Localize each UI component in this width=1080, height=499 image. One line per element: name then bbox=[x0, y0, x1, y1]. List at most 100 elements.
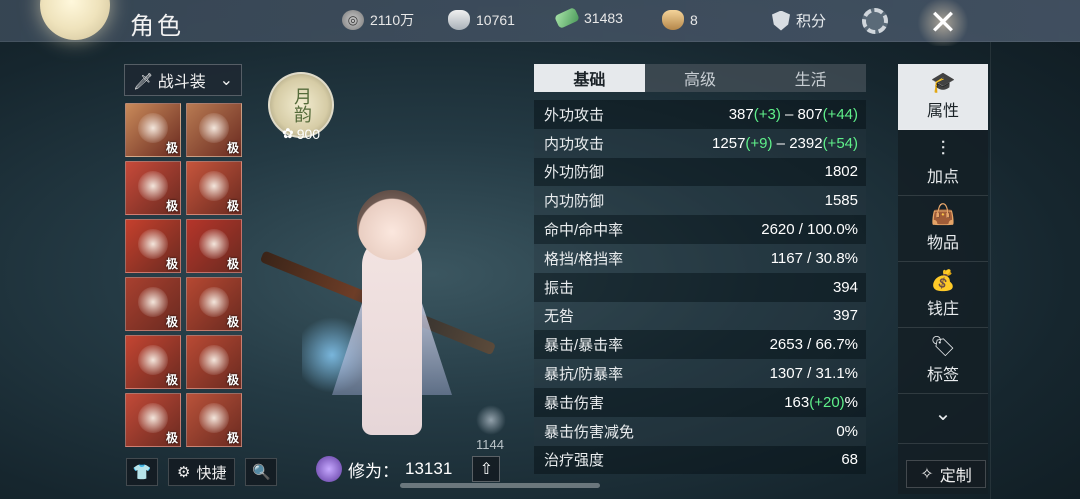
tier-badge: 极 bbox=[165, 315, 178, 329]
equip-slot-skirt[interactable]: 极 bbox=[125, 335, 181, 389]
badge-score-value: 900 bbox=[296, 125, 321, 142]
tier-badge: 极 bbox=[226, 199, 239, 213]
stat-row[interactable]: 外功防御 1802 bbox=[534, 157, 866, 187]
resource-coins[interactable]: ◎ 2110万 bbox=[342, 10, 414, 30]
gold-ingot-icon bbox=[662, 10, 684, 30]
stat-row[interactable]: 内功攻击 1257(+9) – 2392(+54) bbox=[534, 128, 866, 158]
equip-slot-ring[interactable]: 极 bbox=[186, 335, 242, 389]
equip-slot-robe[interactable]: 极 bbox=[125, 219, 181, 273]
stat-row[interactable]: 外功攻击 387(+3) – 807(+44) bbox=[534, 100, 866, 129]
bottom-left-toolbar: 👕 ⚙ 快捷 🔍 bbox=[126, 458, 278, 486]
gear-small-icon: ⚙ bbox=[177, 464, 191, 481]
stat-row[interactable]: 暴击/暴击率 2653 / 66.7% bbox=[534, 330, 866, 360]
stat-row[interactable]: 内功防御 1585 bbox=[534, 186, 866, 216]
nav-label: 属性 bbox=[926, 102, 959, 120]
tab-life[interactable]: 生活 bbox=[755, 64, 867, 92]
scroll-indicator[interactable] bbox=[400, 483, 600, 488]
moon-decoration bbox=[40, 0, 110, 40]
magnifier-icon: 🔍 bbox=[252, 464, 271, 481]
close-button[interactable]: ✕ bbox=[915, 0, 971, 46]
portrait-icon bbox=[138, 170, 168, 201]
stat-value: 1257(+9) – 2392(+54) bbox=[712, 135, 858, 152]
stat-bonus: (+3) bbox=[753, 105, 781, 123]
cultivation-icon bbox=[316, 456, 342, 482]
tier-badge: 极 bbox=[165, 257, 178, 271]
equip-slot-portrait[interactable]: 极 bbox=[125, 161, 181, 215]
stat-value-part: 0% bbox=[836, 422, 858, 440]
stat-row[interactable]: 暴击伤害 163(+20)% bbox=[534, 387, 866, 417]
stat-row[interactable]: 治疗强度 68 bbox=[534, 445, 866, 475]
equip-slot-white-flower[interactable]: 极 bbox=[186, 161, 242, 215]
shield-icon bbox=[772, 10, 790, 31]
stat-row[interactable]: 命中/命中率 2620 / 100.0% bbox=[534, 215, 866, 244]
mortarboard-icon: 🎓 bbox=[930, 71, 956, 94]
equip-slot-boots[interactable]: 极 bbox=[125, 393, 181, 447]
sleeve-icon bbox=[199, 228, 229, 259]
butterfly-icon bbox=[476, 405, 506, 435]
wand-icon: ✧ bbox=[920, 466, 934, 483]
resource-jade[interactable]: 31483 bbox=[554, 7, 623, 29]
inspect-button[interactable]: 🔍 bbox=[245, 458, 278, 486]
blade-icon bbox=[199, 112, 229, 143]
stat-value: 397 bbox=[833, 307, 858, 324]
stat-value-part: – 807 bbox=[780, 105, 823, 123]
nav-more[interactable]: ⌄ bbox=[898, 394, 988, 444]
nav-item-0[interactable]: 🎓 属性 bbox=[898, 64, 988, 130]
equip-slot-bracelet[interactable]: 极 bbox=[186, 277, 242, 331]
coin-icon: ◎ bbox=[342, 10, 364, 30]
stat-value: 1802 bbox=[825, 163, 858, 180]
stat-name: 暴抗/防暴率 bbox=[544, 366, 624, 384]
nav-item-3[interactable]: 💰 钱庄 bbox=[898, 262, 988, 328]
stat-row[interactable]: 暴抗/防暴率 1307 / 31.1% bbox=[534, 359, 866, 388]
skirt-icon bbox=[138, 344, 168, 375]
resource-silver[interactable]: 10761 bbox=[448, 10, 515, 30]
outfit-button[interactable]: 👕 bbox=[126, 458, 158, 486]
character-model[interactable] bbox=[259, 190, 512, 450]
points-label: 积分 bbox=[796, 13, 827, 30]
gear-icon[interactable] bbox=[862, 8, 888, 34]
equip-slot-belt[interactable]: 极 bbox=[125, 277, 181, 331]
nav-item-1[interactable]: ⫶ 加点 bbox=[898, 130, 988, 196]
equip-slot-accessory-chain[interactable]: 极 bbox=[125, 103, 181, 157]
tab-advanced[interactable]: 高级 bbox=[644, 64, 756, 92]
stat-row[interactable]: 振击 394 bbox=[534, 272, 866, 302]
stat-value-part: 163 bbox=[784, 393, 810, 411]
nav-item-2[interactable]: 👜 物品 bbox=[898, 196, 988, 262]
quick-button[interactable]: ⚙ 快捷 bbox=[168, 458, 236, 486]
stat-name: 暴击伤害减免 bbox=[544, 423, 635, 441]
stat-value: 1167 / 30.8% bbox=[771, 250, 858, 267]
equip-slot-sleeve[interactable]: 极 bbox=[186, 219, 242, 273]
stats-panel: 基础 高级 生活 外功攻击 387(+3) – 807(+44) 内功攻击 1257(… bbox=[534, 64, 867, 480]
character-body bbox=[362, 235, 422, 435]
stat-list: 外功攻击 387(+3) – 807(+44) 内功攻击 1257(+9) – 239… bbox=[534, 100, 866, 475]
outfit-select[interactable]: 🗡 战斗装 ⌄ bbox=[124, 64, 242, 96]
stat-value-part: 1307 / 31.1% bbox=[769, 365, 858, 383]
stat-row[interactable]: 无咎 397 bbox=[534, 301, 866, 331]
stat-row[interactable]: 格挡/格挡率 1167 / 30.8% bbox=[534, 243, 866, 273]
jade-icon bbox=[554, 7, 580, 29]
points-button[interactable]: 积分 bbox=[772, 10, 826, 31]
stat-value: 1585 bbox=[825, 192, 858, 209]
tag-icon: 🏷 bbox=[930, 335, 956, 358]
sword-icon: 🗡 bbox=[133, 74, 154, 91]
upgrade-button[interactable]: ⇧ bbox=[472, 456, 501, 482]
nav-item-4[interactable]: 🏷 标签 bbox=[898, 328, 988, 394]
stat-value-part: 1585 bbox=[824, 192, 858, 210]
badge-score: ✿ 900 bbox=[282, 125, 320, 142]
stat-name: 格挡/格挡率 bbox=[544, 250, 624, 268]
cultivation-label: 修为： bbox=[348, 461, 399, 481]
tab-basic[interactable]: 基础 bbox=[534, 64, 645, 92]
equip-slot-pendant[interactable]: 极 bbox=[186, 393, 242, 447]
resource-gold[interactable]: 8 bbox=[662, 10, 698, 30]
equip-slot-blade[interactable]: 极 bbox=[186, 103, 242, 157]
stat-row[interactable]: 暴击伤害减免 0% bbox=[534, 416, 866, 446]
nav-label: 加点 bbox=[926, 168, 959, 186]
stat-name: 命中/命中率 bbox=[544, 222, 624, 240]
stat-value-part: 397 bbox=[832, 307, 858, 325]
stat-value: 387(+3) – 807(+44) bbox=[729, 106, 858, 123]
custom-button[interactable]: ✧ 定制 bbox=[906, 460, 986, 488]
badge-text: 月韵 bbox=[291, 87, 312, 123]
outfit-label-wrap: 🗡 战斗装 bbox=[133, 68, 206, 92]
flower-icon: ✿ bbox=[282, 125, 294, 141]
stat-value: 394 bbox=[833, 279, 858, 296]
